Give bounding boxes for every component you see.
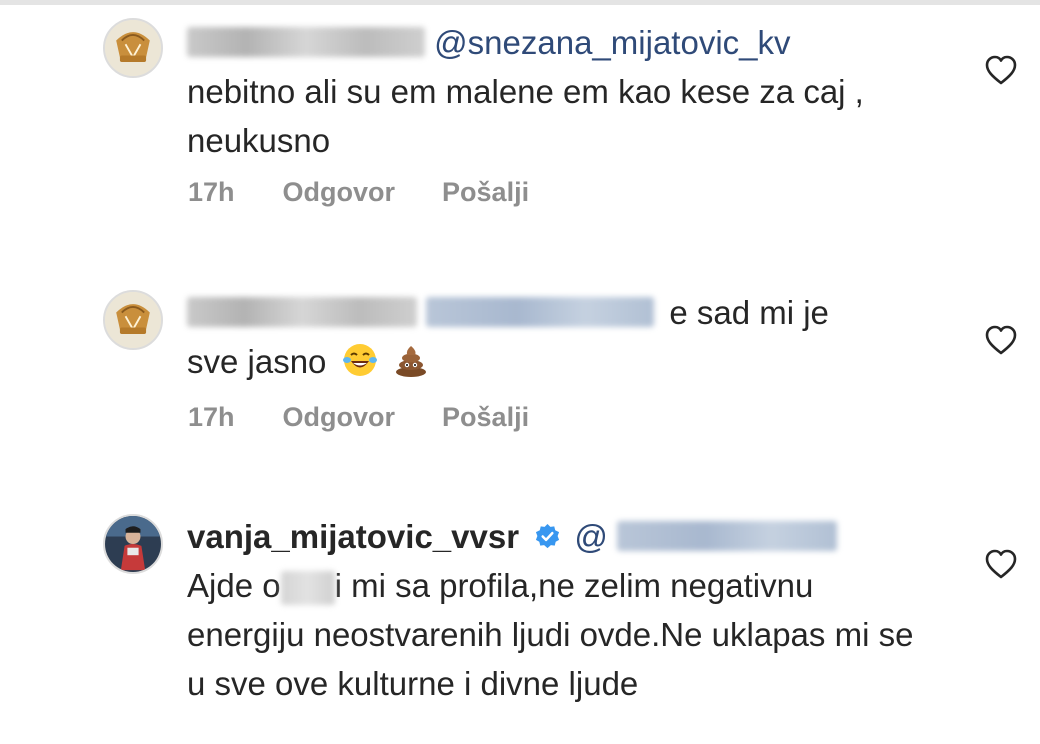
heart-icon[interactable]: [984, 548, 1018, 580]
comment-text: vanja_mijatovic_vvsr @ Ajde oi mi sa pro…: [187, 512, 932, 708]
avatar[interactable]: [103, 514, 163, 574]
blurred-username: [187, 27, 425, 58]
comment-item: vanja_mijatovic_vvsr @ Ajde oi mi sa pro…: [0, 490, 1040, 744]
comment-meta: 17h Odgovor Pošalji: [188, 177, 529, 208]
comment-body: nebitno ali su em malene em kao kese za …: [187, 73, 864, 159]
heart-icon[interactable]: [984, 324, 1018, 356]
comment-body: Ajde o: [187, 567, 281, 604]
avatar-logo-icon: [105, 292, 161, 348]
blurred-username: [187, 297, 417, 328]
comment-time: 17h: [188, 402, 235, 432]
mention-link[interactable]: @snezana_mijatovic_kv: [434, 24, 790, 61]
reply-button[interactable]: Odgovor: [283, 177, 396, 208]
comment-body: sve jasno: [187, 343, 327, 380]
blurred-mention: [617, 521, 838, 552]
mention-link[interactable]: @: [574, 518, 608, 555]
avatar[interactable]: [103, 290, 163, 350]
comment-item: e sad mi je sve jasno 17h Odgovor Pošalj…: [0, 240, 1040, 490]
comment-body: e sad mi je: [669, 294, 829, 331]
laughing-tears-emoji: [342, 344, 377, 377]
verified-badge-icon: [536, 523, 560, 548]
avatar[interactable]: [103, 18, 163, 78]
avatar-logo-icon: [105, 20, 161, 76]
comment-meta: 17h Odgovor Pošalji: [188, 402, 529, 433]
heart-icon[interactable]: [984, 54, 1018, 86]
blurred-word: [280, 571, 335, 606]
poop-emoji: [395, 346, 426, 378]
reply-button[interactable]: Odgovor: [283, 402, 396, 433]
comment-text: @snezana_mijatovic_kv nebitno ali su em …: [187, 18, 932, 165]
avatar-photo-icon: [105, 516, 161, 572]
comment-item: @snezana_mijatovic_kv nebitno ali su em …: [0, 0, 1040, 240]
comment-time: 17h: [188, 177, 235, 207]
comment-username[interactable]: vanja_mijatovic_vvsr: [187, 518, 519, 555]
blurred-mention: [426, 297, 655, 328]
send-button[interactable]: Pošalji: [442, 177, 529, 208]
send-button[interactable]: Pošalji: [442, 402, 529, 433]
comment-text: e sad mi je sve jasno: [187, 288, 932, 386]
